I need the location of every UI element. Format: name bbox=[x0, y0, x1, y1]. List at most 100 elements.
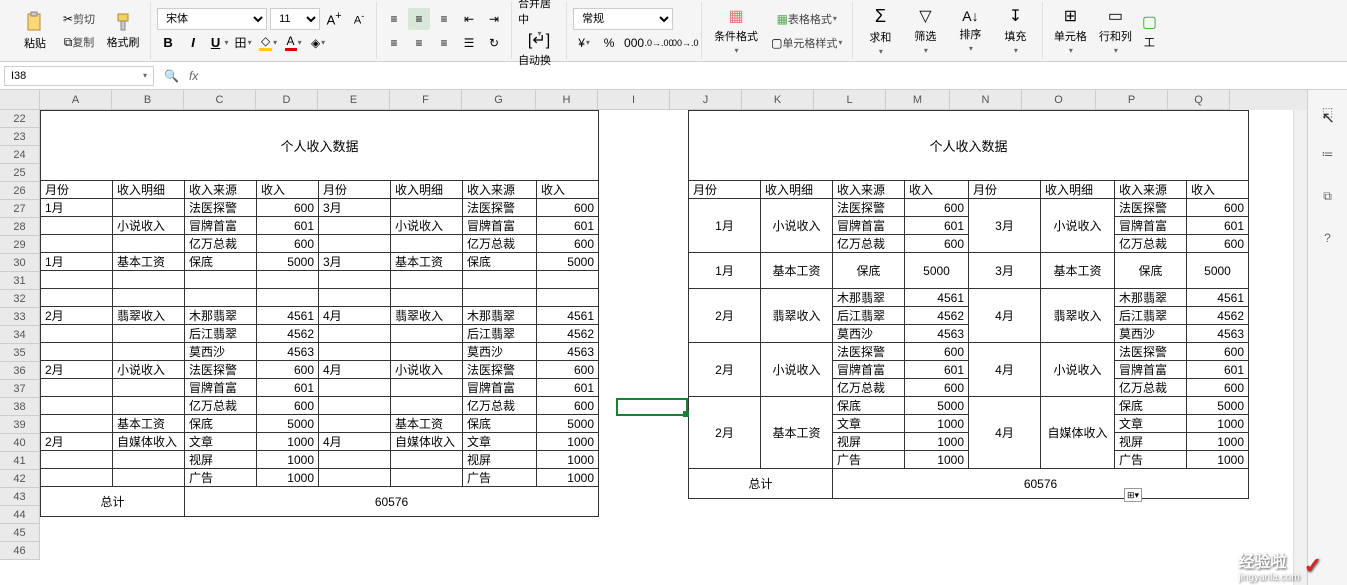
row-header-46[interactable]: 46 bbox=[0, 542, 40, 560]
orientation-button[interactable]: ↻ bbox=[483, 32, 505, 54]
col-header-F[interactable]: F bbox=[390, 90, 462, 110]
underline-button[interactable]: U▾ bbox=[207, 32, 229, 54]
border-button[interactable]: 田▾ bbox=[232, 32, 254, 54]
currency-button[interactable]: ¥▾ bbox=[573, 32, 595, 54]
row-header-26[interactable]: 26 bbox=[0, 182, 40, 200]
row-header-38[interactable]: 38 bbox=[0, 398, 40, 416]
cut-button[interactable]: ✂剪切 bbox=[59, 8, 99, 30]
insert-options-button[interactable]: ⊞▾ bbox=[1124, 488, 1142, 502]
copy-button[interactable]: ⧉复制 bbox=[59, 31, 99, 53]
col-header-D[interactable]: D bbox=[256, 90, 318, 110]
row-header-28[interactable]: 28 bbox=[0, 218, 40, 236]
col-header-A[interactable]: A bbox=[40, 90, 112, 110]
col-header-K[interactable]: K bbox=[742, 90, 814, 110]
zoom-icon[interactable]: 🔍 bbox=[164, 69, 179, 83]
comma-button[interactable]: 000 bbox=[623, 32, 645, 54]
row-header-32[interactable]: 32 bbox=[0, 290, 40, 308]
align-center-button[interactable]: ≡ bbox=[408, 32, 430, 54]
italic-button[interactable]: I bbox=[182, 32, 204, 54]
panel-help-icon[interactable]: ? bbox=[1316, 226, 1340, 250]
row-header-43[interactable]: 43 bbox=[0, 488, 40, 506]
font-name-select[interactable]: 宋体 bbox=[157, 8, 267, 30]
row-header-27[interactable]: 27 bbox=[0, 200, 40, 218]
rowcol-button[interactable]: ▭行和列▾ bbox=[1094, 6, 1136, 56]
column-headers[interactable]: ABCDEFGHIJKLMNOPQ bbox=[40, 90, 1307, 110]
row-header-36[interactable]: 36 bbox=[0, 362, 40, 380]
col-header-C[interactable]: C bbox=[184, 90, 256, 110]
row-header-24[interactable]: 24 bbox=[0, 146, 40, 164]
percent-button[interactable]: % bbox=[598, 32, 620, 54]
align-left-button[interactable]: ≡ bbox=[383, 32, 405, 54]
col-header-N[interactable]: N bbox=[950, 90, 1022, 110]
col-header-O[interactable]: O bbox=[1022, 90, 1096, 110]
row-header-42[interactable]: 42 bbox=[0, 470, 40, 488]
row-header-40[interactable]: 40 bbox=[0, 434, 40, 452]
col-header-H[interactable]: H bbox=[536, 90, 598, 110]
col-header-Q[interactable]: Q bbox=[1168, 90, 1230, 110]
row-header-33[interactable]: 33 bbox=[0, 308, 40, 326]
fx-label[interactable]: fx bbox=[189, 69, 198, 83]
row-header-44[interactable]: 44 bbox=[0, 506, 40, 524]
dec-dec-icon: .00→.0 bbox=[670, 38, 699, 48]
cells-area[interactable]: 个人收入数据 月份收入明细收入来源收入月份收入明细收入来源收入1月法医探警600… bbox=[40, 110, 1307, 585]
bold-button[interactable]: B bbox=[157, 32, 179, 54]
phonetic-button[interactable]: ◈▾ bbox=[307, 32, 329, 54]
row-header-30[interactable]: 30 bbox=[0, 254, 40, 272]
row-header-34[interactable]: 34 bbox=[0, 326, 40, 344]
indent-increase-button[interactable]: ⇥ bbox=[483, 8, 505, 30]
row-header-23[interactable]: 23 bbox=[0, 128, 40, 146]
row-header-22[interactable]: 22 bbox=[0, 110, 40, 128]
merge-center-button[interactable]: ⬌ 合并居中▾ bbox=[518, 0, 560, 30]
fill-color-button[interactable]: ◇▾ bbox=[257, 32, 279, 54]
row-header-35[interactable]: 35 bbox=[0, 344, 40, 362]
cell-style-button[interactable]: ▢单元格样式▾ bbox=[767, 32, 846, 54]
row-header-41[interactable]: 41 bbox=[0, 452, 40, 470]
col-header-E[interactable]: E bbox=[318, 90, 390, 110]
font-size-select[interactable]: 11 bbox=[270, 8, 320, 30]
inc-decimal-button[interactable]: .0→.00 bbox=[648, 32, 670, 54]
align-middle-button[interactable]: ≡ bbox=[408, 8, 430, 30]
number-format-select[interactable]: 常规 bbox=[573, 8, 673, 30]
row-header-37[interactable]: 37 bbox=[0, 380, 40, 398]
fill-button[interactable]: ↧填充▾ bbox=[994, 6, 1036, 56]
font-color-button[interactable]: A▾ bbox=[282, 32, 304, 54]
col-header-P[interactable]: P bbox=[1096, 90, 1168, 110]
col-header-I[interactable]: I bbox=[598, 90, 670, 110]
sheet-grid[interactable]: ABCDEFGHIJKLMNOPQ 2223242526272829303132… bbox=[0, 90, 1307, 585]
sort-button[interactable]: A↓排序▾ bbox=[949, 6, 991, 56]
col-header-M[interactable]: M bbox=[886, 90, 950, 110]
col-header-L[interactable]: L bbox=[814, 90, 886, 110]
row-header-25[interactable]: 25 bbox=[0, 164, 40, 182]
name-box[interactable]: I38 ▾ bbox=[4, 66, 154, 86]
row-headers[interactable]: 2223242526272829303132333435363738394041… bbox=[0, 110, 40, 560]
align-bottom-button[interactable]: ≡ bbox=[433, 8, 455, 30]
panel-properties-icon[interactable]: ⧉ bbox=[1316, 184, 1340, 208]
vertical-scrollbar[interactable] bbox=[1293, 110, 1307, 585]
worksheet-button[interactable]: ▢工 bbox=[1139, 6, 1159, 56]
col-header-B[interactable]: B bbox=[112, 90, 184, 110]
increase-font-button[interactable]: A+ bbox=[323, 8, 345, 30]
panel-settings-icon[interactable]: ≔ bbox=[1316, 142, 1340, 166]
select-all-corner[interactable] bbox=[0, 90, 40, 110]
indent-decrease-button[interactable]: ⇤ bbox=[458, 8, 480, 30]
cells-button[interactable]: ⊞单元格▾ bbox=[1049, 6, 1091, 56]
align-top-button[interactable]: ≡ bbox=[383, 8, 405, 30]
row-header-39[interactable]: 39 bbox=[0, 416, 40, 434]
formula-input[interactable] bbox=[208, 66, 1343, 86]
sum-button[interactable]: Σ求和▾ bbox=[859, 6, 901, 56]
paste-button[interactable]: 粘贴 bbox=[14, 6, 56, 56]
dec-decimal-button[interactable]: .00→.0 bbox=[673, 32, 695, 54]
row-header-45[interactable]: 45 bbox=[0, 524, 40, 542]
align-right-button[interactable]: ≡ bbox=[433, 32, 455, 54]
format-painter-button[interactable]: 格式刷 bbox=[102, 6, 144, 56]
col-header-J[interactable]: J bbox=[670, 90, 742, 110]
row-header-29[interactable]: 29 bbox=[0, 236, 40, 254]
worksheet-icon: ▢ bbox=[1142, 12, 1157, 32]
decrease-font-button[interactable]: A- bbox=[348, 8, 370, 30]
filter-button[interactable]: ▽筛选▾ bbox=[904, 6, 946, 56]
row-header-31[interactable]: 31 bbox=[0, 272, 40, 290]
distribute-button[interactable]: ☰ bbox=[458, 32, 480, 54]
col-header-G[interactable]: G bbox=[462, 90, 536, 110]
table-format-button[interactable]: ▦表格格式▾ bbox=[767, 8, 846, 30]
conditional-format-button[interactable]: ▦ 条件格式▾ bbox=[708, 6, 764, 56]
